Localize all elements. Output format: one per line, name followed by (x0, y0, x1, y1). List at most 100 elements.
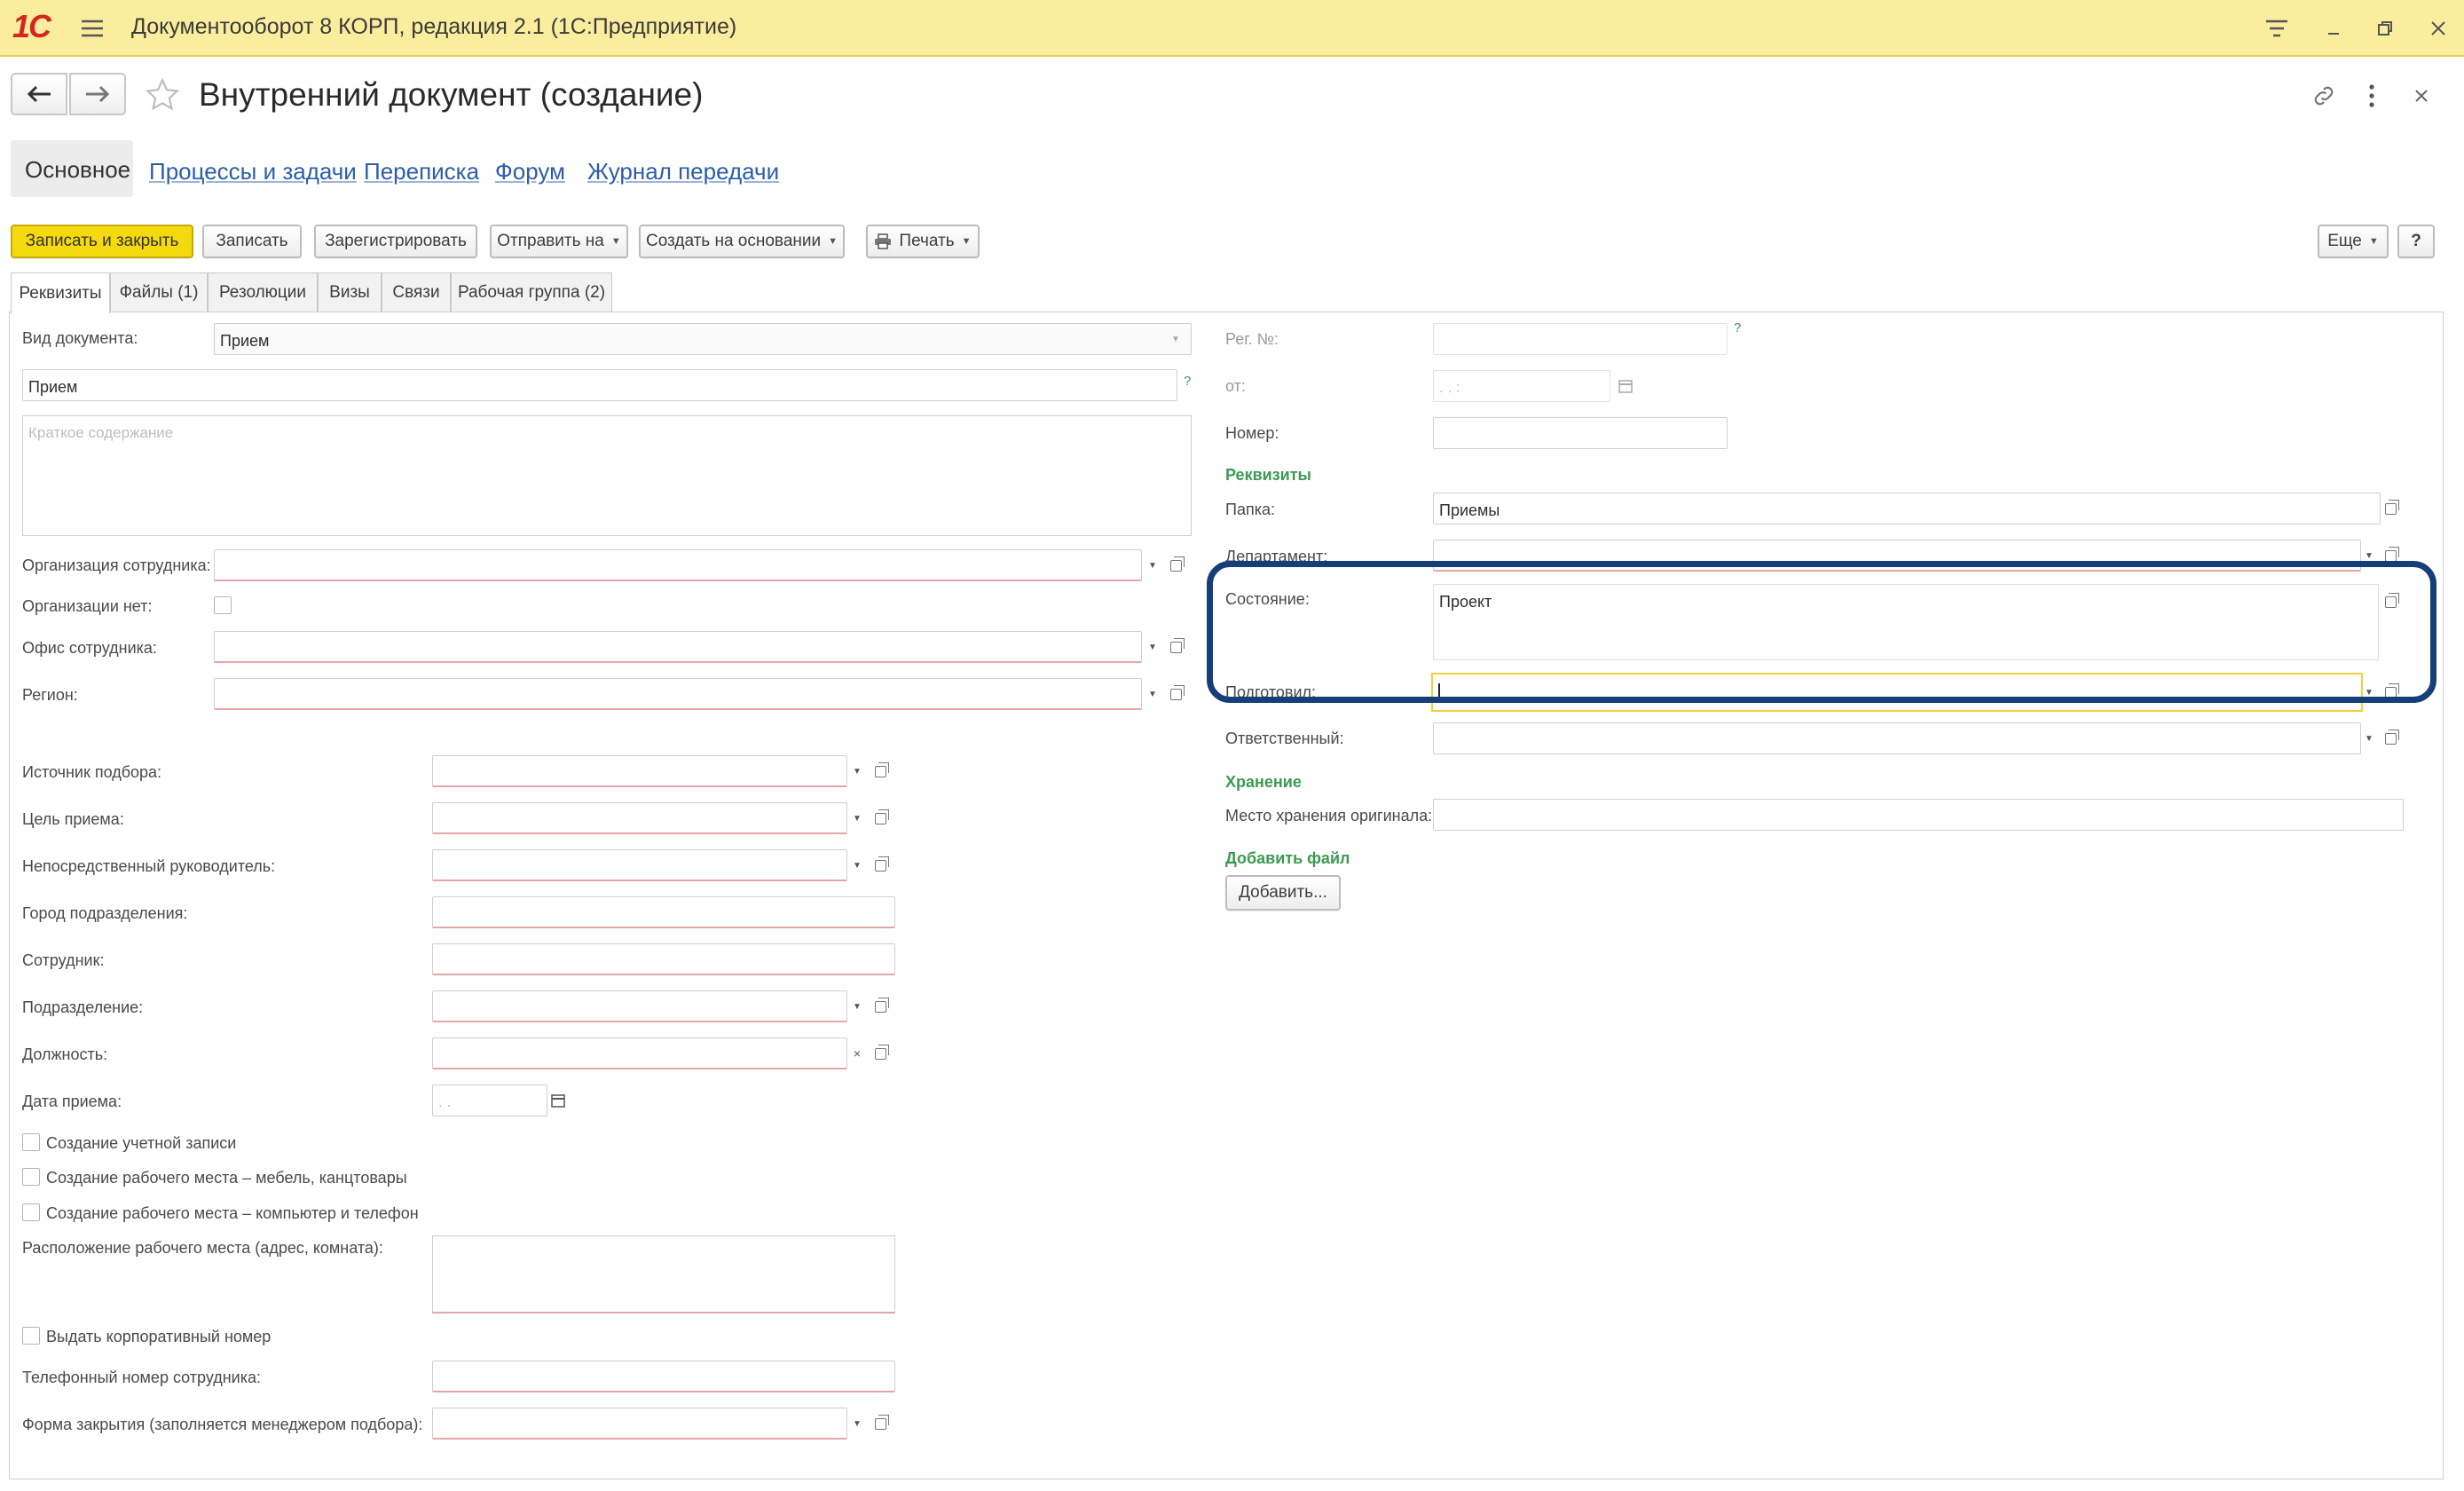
open-icon[interactable] (2379, 586, 2402, 618)
responsible-field[interactable] (1433, 722, 2361, 754)
open-icon[interactable] (869, 802, 892, 834)
tab-resolutions[interactable]: Резолюции (208, 272, 318, 312)
dropdown-icon[interactable]: ▼ (2359, 676, 2379, 708)
open-icon[interactable] (869, 849, 892, 881)
dropdown-icon[interactable]: ▼ (1143, 549, 1162, 581)
dropdown-icon[interactable]: ▼ (847, 990, 867, 1022)
clear-icon[interactable]: × (847, 1037, 867, 1069)
open-icon[interactable] (2379, 676, 2402, 708)
folder-field[interactable]: Приемы (1433, 493, 2381, 525)
reg-no-label: Рег. №: (1225, 330, 1279, 348)
account-checkbox[interactable] (22, 1133, 40, 1151)
close-window-icon[interactable] (2422, 12, 2454, 44)
employee-field[interactable] (432, 943, 895, 975)
open-icon[interactable] (869, 1037, 892, 1069)
nav-link-forum[interactable]: Форум (495, 158, 565, 185)
calendar-icon[interactable] (547, 1085, 570, 1116)
position-label: Должность: (22, 1045, 108, 1063)
open-icon[interactable] (1164, 631, 1187, 663)
open-icon[interactable] (869, 1408, 892, 1440)
hire-date-label: Дата приема: (22, 1093, 122, 1110)
send-to-button[interactable]: Отправить на ▼ (490, 225, 628, 258)
phone-field[interactable] (432, 1361, 895, 1392)
printer-icon (875, 233, 892, 249)
menu-icon[interactable] (76, 14, 108, 43)
number-field[interactable] (1433, 417, 1728, 449)
no-org-checkbox[interactable] (214, 596, 232, 614)
open-icon[interactable] (869, 755, 892, 787)
furniture-checkbox[interactable] (22, 1168, 40, 1186)
nav-link-processes[interactable]: Процессы и задачи (149, 158, 357, 185)
nav-link-correspondence[interactable]: Переписка (364, 158, 479, 185)
dropdown-icon[interactable]: ▼ (847, 1408, 867, 1440)
storage-field[interactable] (1433, 799, 2404, 831)
state-field[interactable]: Проект (1433, 584, 2379, 660)
office-field[interactable] (214, 631, 1142, 663)
dropdown-icon[interactable]: ▼ (2359, 540, 2379, 572)
more-button[interactable]: Еще ▼ (2318, 225, 2389, 258)
computer-checkbox[interactable] (22, 1203, 40, 1221)
calendar-icon[interactable] (1613, 370, 1638, 402)
register-button[interactable]: Зарегистрировать (314, 225, 477, 258)
back-button[interactable] (11, 73, 67, 115)
star-icon[interactable] (142, 75, 183, 115)
open-icon[interactable] (2379, 540, 2402, 572)
manager-field[interactable] (432, 849, 847, 881)
save-button[interactable]: Записать (202, 225, 302, 258)
close-form-icon[interactable] (2406, 78, 2436, 114)
dropdown-icon[interactable]: ▼ (847, 849, 867, 881)
summary-textarea[interactable]: Краткое содержание (22, 415, 1192, 536)
dropdown-icon: ▼ (610, 236, 621, 247)
dept-field[interactable] (432, 990, 847, 1022)
dropdown-icon[interactable]: ▼ (1143, 631, 1162, 663)
more-vertical-icon[interactable] (2357, 78, 2387, 114)
prepared-field[interactable] (1431, 673, 2363, 712)
tab-requisites[interactable]: Реквизиты (11, 272, 110, 313)
open-icon[interactable] (1164, 678, 1187, 710)
org-field[interactable] (214, 549, 1142, 581)
reg-no-field[interactable] (1433, 323, 1728, 355)
tab-files[interactable]: Файлы (1) (110, 272, 208, 312)
goal-field[interactable] (432, 802, 847, 834)
tab-workgroup[interactable]: Рабочая группа (2) (451, 272, 612, 312)
nav-link-transfer-log[interactable]: Журнал передачи (587, 158, 779, 185)
closing-form-field[interactable] (432, 1408, 847, 1440)
dropdown-icon[interactable]: ▼ (847, 755, 867, 787)
document-name-field[interactable]: Прием (22, 369, 1177, 401)
position-field[interactable] (432, 1037, 847, 1069)
create-based-on-button[interactable]: Создать на основании ▼ (639, 225, 845, 258)
dropdown-icon[interactable]: ▼ (1166, 323, 1185, 355)
save-and-close-button[interactable]: Записать и закрыть (11, 225, 193, 258)
open-icon[interactable] (2379, 493, 2402, 525)
doc-type-label: Вид документа: (22, 329, 138, 347)
dropdown-icon[interactable]: ▼ (847, 802, 867, 834)
open-icon[interactable] (869, 990, 892, 1022)
dropdown-icon: ▼ (961, 236, 972, 247)
tab-links[interactable]: Связи (382, 272, 451, 312)
source-field[interactable] (432, 755, 847, 787)
region-field[interactable] (214, 678, 1142, 710)
storage-label: Место хранения оригинала: (1225, 807, 1433, 824)
restore-icon[interactable] (2369, 12, 2401, 44)
dept-label: Подразделение: (22, 998, 144, 1016)
minimize-icon[interactable] (2318, 12, 2350, 44)
dropdown-icon[interactable]: ▼ (2359, 722, 2379, 754)
open-icon[interactable] (2379, 722, 2402, 754)
workplace-textarea[interactable] (432, 1235, 895, 1314)
open-icon[interactable] (1164, 549, 1187, 581)
print-button[interactable]: Печать ▼ (866, 225, 980, 258)
hire-date-field[interactable]: . . (432, 1085, 547, 1116)
forward-button[interactable] (69, 73, 126, 115)
add-file-button[interactable]: Добавить... (1225, 875, 1341, 911)
help-button[interactable]: ? (2397, 225, 2435, 258)
link-icon[interactable] (2305, 78, 2342, 114)
city-field[interactable] (432, 896, 895, 928)
department-field[interactable] (1433, 540, 2361, 572)
dropdown-icon[interactable]: ▼ (1143, 678, 1162, 710)
filter-icon[interactable] (2261, 12, 2293, 44)
from-date-field[interactable]: . . : (1433, 370, 1610, 402)
corp-number-checkbox[interactable] (22, 1327, 40, 1345)
doc-type-field[interactable]: Прием (214, 323, 1192, 355)
tab-visas[interactable]: Визы (318, 272, 382, 312)
folder-label: Папка: (1225, 501, 1275, 518)
